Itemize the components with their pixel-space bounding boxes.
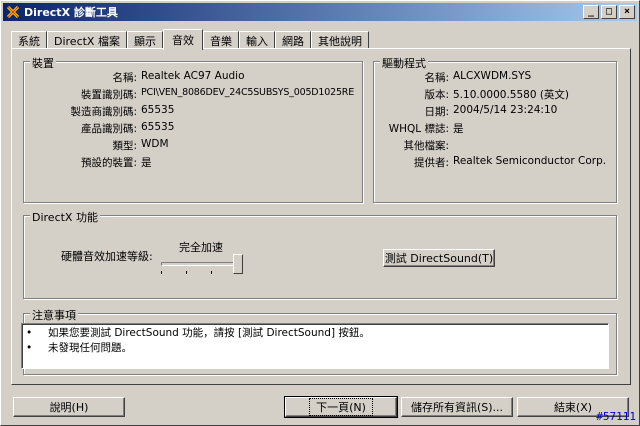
maximize-button[interactable]: □ <box>601 5 617 19</box>
dxdiag-window: DirectX 診斷工具 _ □ × 系統 DirectX 檔案 顯示 音效 音… <box>0 0 640 426</box>
list-item: • 如果您要測試 DirectSound 功能，請按 [測試 DirectSou… <box>26 326 604 341</box>
title-bar[interactable]: DirectX 診斷工具 _ □ × <box>3 3 637 21</box>
save-all-info-button[interactable]: 儲存所有資訊(S)... <box>401 397 513 417</box>
help-button[interactable]: 說明(H) <box>13 397 125 417</box>
device-vendor-value: 65535 <box>141 104 175 116</box>
driver-version-key: 版本: <box>424 89 449 101</box>
device-product-key: 產品識別碼: <box>80 123 137 135</box>
device-default-value: 是 <box>141 157 152 169</box>
tab-input[interactable]: 輸入 <box>238 31 275 49</box>
hw-accel-value: 完全加速 <box>179 241 223 254</box>
notes-label: 注意事項 <box>30 307 78 323</box>
dxdiag-app-icon <box>6 5 20 19</box>
hw-accel-tick <box>186 271 187 274</box>
tab-sound[interactable]: 音效 <box>162 29 203 50</box>
device-row-type: 類型: WDM <box>35 138 169 153</box>
window-title: DirectX 診斷工具 <box>24 6 118 19</box>
tab-strip: 系統 DirectX 檔案 顯示 音效 音樂 輸入 網路 其他說明 <box>11 29 369 50</box>
list-item: • 未發現任何問題。 <box>26 341 604 356</box>
tab-network[interactable]: 網路 <box>274 31 311 49</box>
save-all-info-button-label: 儲存所有資訊(S)... <box>410 401 504 414</box>
hw-accel-slider-track <box>161 262 239 266</box>
device-row-name: 名稱: Realtek AC97 Audio <box>35 70 245 85</box>
driver-other-files-key: 其他檔案: <box>403 140 449 152</box>
device-id-key: 裝置識別碼: <box>80 89 137 101</box>
driver-row-provider: 提供者: Realtek Semiconductor Corp. <box>379 155 606 170</box>
device-type-key: 類型: <box>112 140 137 152</box>
tab-music[interactable]: 音樂 <box>202 31 239 49</box>
driver-provider-value: Realtek Semiconductor Corp. <box>453 155 607 167</box>
driver-row-version: 版本: 5.10.0000.5580 (英文) <box>379 87 569 102</box>
device-default-key: 預設的裝置: <box>80 157 137 169</box>
hw-accel-slider[interactable] <box>161 254 243 279</box>
bullet: • <box>26 342 33 354</box>
tab-directx-files[interactable]: DirectX 檔案 <box>47 31 127 49</box>
driver-name-key: 名稱: <box>424 72 449 84</box>
device-group-label: 裝置 <box>30 55 56 71</box>
device-row-vendor: 製造商識別碼: 65535 <box>35 104 174 119</box>
directx-features-label: DirectX 功能 <box>30 209 100 225</box>
bullet: • <box>26 327 33 339</box>
device-id-value: PCI\VEN_8086DEV_24C5SUBSYS_005D1025RE <box>141 87 355 98</box>
driver-provider-key: 提供者: <box>413 157 449 169</box>
tab-system[interactable]: 系統 <box>11 31 47 49</box>
hw-accel-slider-thumb[interactable] <box>233 254 243 274</box>
driver-group-label: 驅動程式 <box>380 55 428 71</box>
next-page-button[interactable]: 下一頁(N) <box>284 396 398 418</box>
watermark-id: #57111 <box>596 410 636 423</box>
exit-button-label: 結束(X) <box>553 401 593 414</box>
note-text: 未發現任何問題。 <box>48 342 132 354</box>
close-button[interactable]: × <box>619 5 635 19</box>
device-row-product: 產品識別碼: 65535 <box>35 121 174 136</box>
test-directsound-button[interactable]: 測試 DirectSound(T) <box>383 249 495 267</box>
hw-accel-tick <box>211 271 212 274</box>
notes-list[interactable]: • 如果您要測試 DirectSound 功能，請按 [測試 DirectSou… <box>21 323 609 369</box>
driver-name-value: ALCXWDM.SYS <box>453 70 532 82</box>
driver-row-date: 日期: 2004/5/14 23:24:10 <box>379 104 557 119</box>
tab-display[interactable]: 顯示 <box>126 31 163 49</box>
driver-row-name: 名稱: ALCXWDM.SYS <box>379 70 531 85</box>
device-name-key: 名稱: <box>112 72 137 84</box>
driver-row-other-files: 其他檔案: <box>379 138 453 153</box>
device-name-value: Realtek AC97 Audio <box>141 70 245 82</box>
test-directsound-label: 測試 DirectSound(T) <box>384 252 494 265</box>
next-page-button-label: 下一頁(N) <box>309 398 373 416</box>
device-row-id: 裝置識別碼: PCI\VEN_8086DEV_24C5SUBSYS_005D10… <box>35 87 354 102</box>
driver-whql-key: WHQL 標誌: <box>388 123 449 135</box>
device-type-value: WDM <box>141 138 169 150</box>
note-text: 如果您要測試 DirectSound 功能，請按 [測試 DirectSound… <box>48 327 370 339</box>
device-row-default: 預設的裝置: 是 <box>35 155 152 170</box>
driver-date-value: 2004/5/14 23:24:10 <box>453 104 558 116</box>
tab-more-help[interactable]: 其他說明 <box>310 31 369 49</box>
driver-row-whql: WHQL 標誌: 是 <box>379 121 464 136</box>
device-vendor-key: 製造商識別碼: <box>70 106 137 118</box>
driver-whql-value: 是 <box>453 123 464 135</box>
help-button-label: 說明(H) <box>49 401 89 414</box>
driver-date-key: 日期: <box>424 106 449 118</box>
device-product-value: 65535 <box>141 121 175 133</box>
minimize-button[interactable]: _ <box>583 5 599 19</box>
hw-accel-label: 硬體音效加速等級: <box>61 250 153 263</box>
driver-version-value: 5.10.0000.5580 (英文) <box>453 89 570 101</box>
hw-accel-tick <box>161 271 162 274</box>
